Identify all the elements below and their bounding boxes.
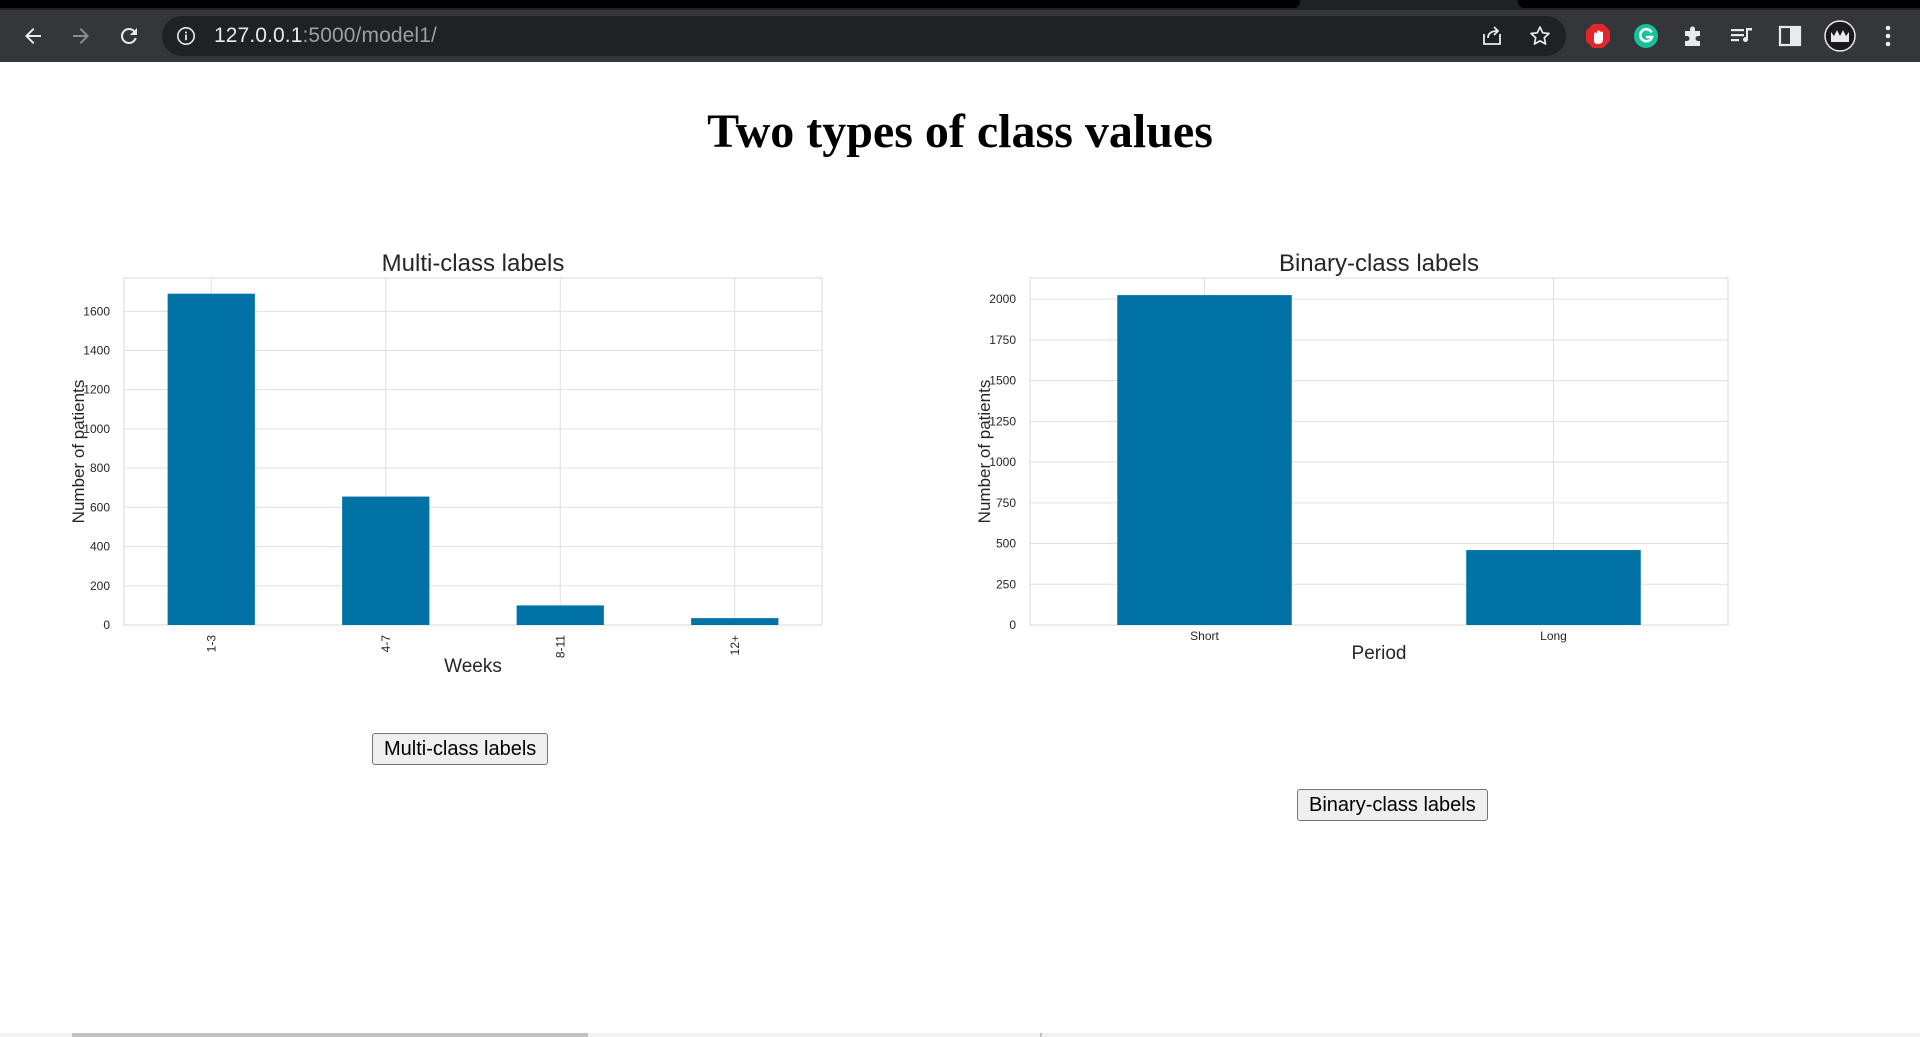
back-arrow-icon[interactable] <box>17 20 49 52</box>
scrollbar-marker <box>1040 1033 1042 1037</box>
share-icon[interactable] <box>1480 24 1504 48</box>
browser-toolbar: 127.0.0.1:5000/model1/ <box>0 10 1920 62</box>
x-axis-label: Weeks <box>444 656 502 677</box>
info-icon[interactable] <box>176 26 196 46</box>
bar-12- <box>691 618 779 625</box>
url-text[interactable]: 127.0.0.1:5000/model1/ <box>214 16 437 56</box>
side-panel-icon[interactable] <box>1776 22 1804 50</box>
bar-4-7 <box>342 496 430 625</box>
chart-title: Multi-class labels <box>382 250 565 277</box>
x-tick-label: Long <box>1540 629 1567 643</box>
chart-title: Binary-class labels <box>1279 250 1479 277</box>
y-axis-label: Number of patients <box>975 380 994 524</box>
bar-8-11 <box>516 605 604 625</box>
forward-arrow-icon[interactable] <box>65 20 97 52</box>
bar-short <box>1117 295 1292 625</box>
profile-avatar-icon[interactable] <box>1824 20 1856 52</box>
binary-class-chart: 0 250 500 750 1000 1250 1500 1750 2000 Short Long B… <box>966 245 1746 685</box>
y-tick-label: 400 <box>90 540 110 554</box>
y-tick-label: 750 <box>996 496 1016 510</box>
page-title: Two types of class values <box>707 105 1213 158</box>
reading-list-icon[interactable] <box>1728 22 1756 50</box>
y-tick-label: 200 <box>90 579 110 593</box>
y-tick-label: 1400 <box>83 344 110 358</box>
horizontal-scrollbar[interactable] <box>0 1033 1920 1037</box>
binary-class-labels-button[interactable]: Binary-class labels <box>1297 789 1488 821</box>
y-tick-label: 1600 <box>83 304 110 318</box>
multi-class-chart: 0 200 400 600 800 1000 1200 1400 1600 1-3 4-7 8-11 1… <box>60 245 840 685</box>
y-axis-label: Number of patients <box>69 380 88 524</box>
address-bar[interactable]: 127.0.0.1:5000/model1/ <box>162 16 1566 56</box>
x-tick-label: 4-7 <box>379 635 393 653</box>
url-host: 127.0.0.1 <box>214 24 303 47</box>
x-tick-label: Short <box>1190 629 1219 643</box>
y-tick-label: 0 <box>1009 618 1016 632</box>
x-axis-label: Period <box>1352 643 1407 664</box>
star-icon[interactable] <box>1528 24 1552 48</box>
bar-1-3 <box>167 293 255 625</box>
x-tick-label: 12+ <box>728 635 742 655</box>
grammarly-extension-icon[interactable] <box>1632 22 1660 50</box>
tab-strip-right <box>1518 0 1920 8</box>
tab-strip-left <box>0 0 1300 8</box>
reload-icon[interactable] <box>113 20 145 52</box>
y-tick-label: 800 <box>90 461 110 475</box>
y-tick-label: 1750 <box>989 333 1016 347</box>
y-tick-label: 600 <box>90 500 110 514</box>
multi-class-labels-button[interactable]: Multi-class labels <box>372 733 549 765</box>
y-tick-label: 0 <box>103 618 110 632</box>
y-tick-label: 250 <box>996 577 1016 591</box>
chart-svg: 025050075010001250150017502000Short LongB… <box>975 250 1729 664</box>
tab-strip <box>0 0 1920 10</box>
chart-svg: 020040060080010001200140016001-3 4-7 8-11 1… <box>69 250 823 677</box>
url-path: :5000/model1/ <box>302 24 437 47</box>
adblock-extension-icon[interactable] <box>1584 22 1612 50</box>
scrollbar-thumb[interactable] <box>72 1033 588 1037</box>
kebab-menu-icon[interactable] <box>1874 22 1902 50</box>
puzzle-extensions-icon[interactable] <box>1680 22 1708 50</box>
bar-long <box>1466 550 1641 625</box>
y-tick-label: 2000 <box>989 292 1016 306</box>
x-tick-label: 1-3 <box>204 635 218 653</box>
y-tick-label: 500 <box>996 537 1016 551</box>
x-tick-label: 8-11 <box>553 635 567 658</box>
